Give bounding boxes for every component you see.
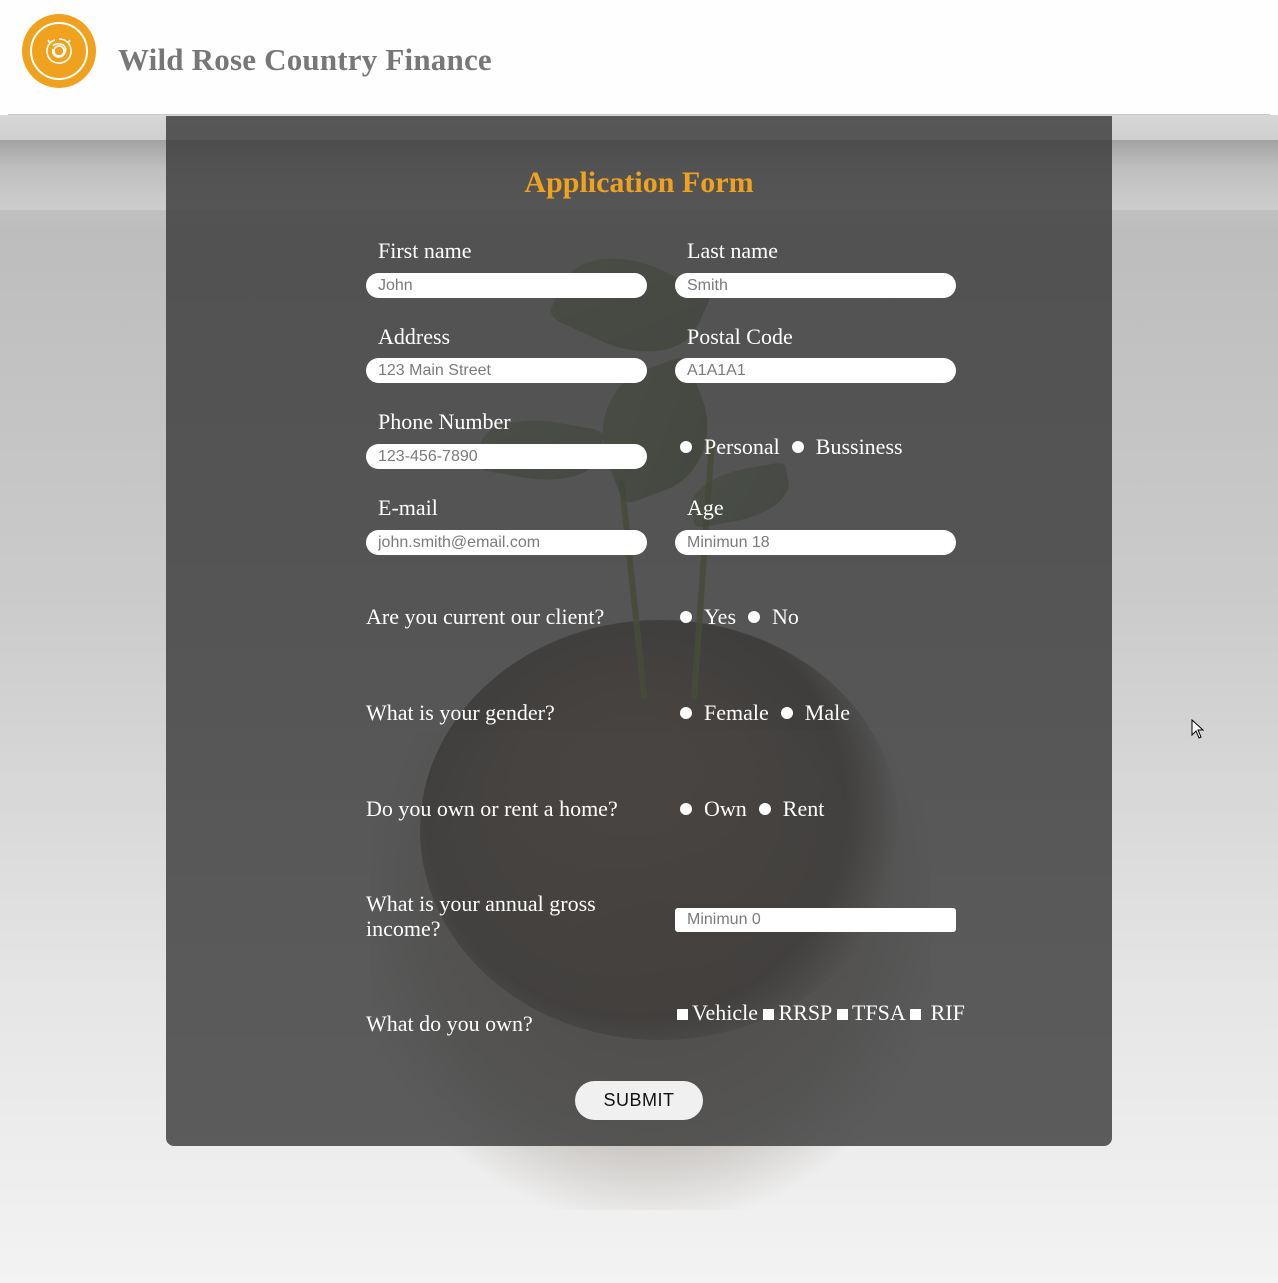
income-input[interactable] (675, 908, 956, 932)
checkbox-tfsa[interactable] (836, 1009, 848, 1020)
radio-own[interactable] (680, 803, 692, 815)
option-rrsp: RRSP (778, 1000, 832, 1025)
assets-group: Vehicle RRSP TFSA RIF (677, 1000, 967, 1025)
age-label: Age (687, 495, 724, 520)
phone-label: Phone Number (378, 409, 511, 434)
checkbox-rrsp[interactable] (763, 1009, 775, 1020)
gender-question: What is your gender? (366, 700, 555, 725)
radio-rent[interactable] (758, 803, 771, 815)
option-yes: Yes (704, 604, 737, 629)
address-label: Address (378, 324, 451, 349)
brand-name[interactable]: Wild Rose Country Finance (118, 42, 492, 78)
email-label: E-mail (378, 495, 438, 520)
radio-personal[interactable] (680, 441, 692, 453)
email-input[interactable] (366, 530, 647, 555)
option-rif: RIF (930, 1000, 965, 1025)
radio-female[interactable] (680, 707, 692, 719)
option-tfsa: TFSA (851, 1000, 905, 1025)
checkbox-vehicle[interactable] (677, 1009, 688, 1020)
home-question: Do you own or rent a home? (366, 796, 618, 821)
mouse-cursor-icon (1191, 719, 1205, 739)
site-header: Wild Rose Country Finance (0, 0, 1278, 115)
income-question: What is your annual gross income? (366, 891, 596, 941)
first-name-input[interactable] (366, 273, 647, 298)
last-name-input[interactable] (675, 273, 956, 298)
option-business: Bussiness (815, 434, 903, 459)
assets-question: What do you own? (366, 1011, 533, 1036)
submit-button[interactable]: SUBMIT (575, 1081, 703, 1120)
gender-group: Female Male (680, 700, 850, 726)
option-personal: Personal (704, 434, 780, 459)
current-client-question: Are you current our client? (366, 604, 605, 629)
first-name-label: First name (378, 238, 472, 263)
application-form: Application Form First name Last name Ad… (166, 116, 1112, 1146)
home-group: Own Rent (680, 796, 824, 822)
header-divider (8, 114, 1270, 115)
postal-code-input[interactable] (675, 358, 956, 383)
option-vehicle: Vehicle (692, 1000, 758, 1025)
postal-code-label: Postal Code (687, 324, 793, 349)
rose-logo-icon[interactable] (22, 14, 96, 88)
option-no: No (772, 604, 799, 629)
account-type-group: Personal Bussiness (680, 434, 903, 460)
option-female: Female (704, 700, 769, 725)
form-title: Application Form (524, 166, 754, 199)
address-input[interactable] (366, 358, 647, 383)
option-male: Male (804, 700, 850, 725)
last-name-label: Last name (687, 238, 779, 263)
current-client-group: Yes No (680, 604, 799, 630)
option-own: Own (704, 796, 747, 821)
radio-no[interactable] (748, 611, 761, 623)
age-input[interactable] (675, 530, 956, 555)
option-rent: Rent (782, 796, 825, 821)
phone-input[interactable] (366, 444, 647, 469)
checkbox-rif[interactable] (910, 1009, 922, 1020)
radio-yes[interactable] (680, 611, 692, 623)
radio-male[interactable] (780, 707, 793, 719)
radio-business[interactable] (791, 441, 804, 453)
